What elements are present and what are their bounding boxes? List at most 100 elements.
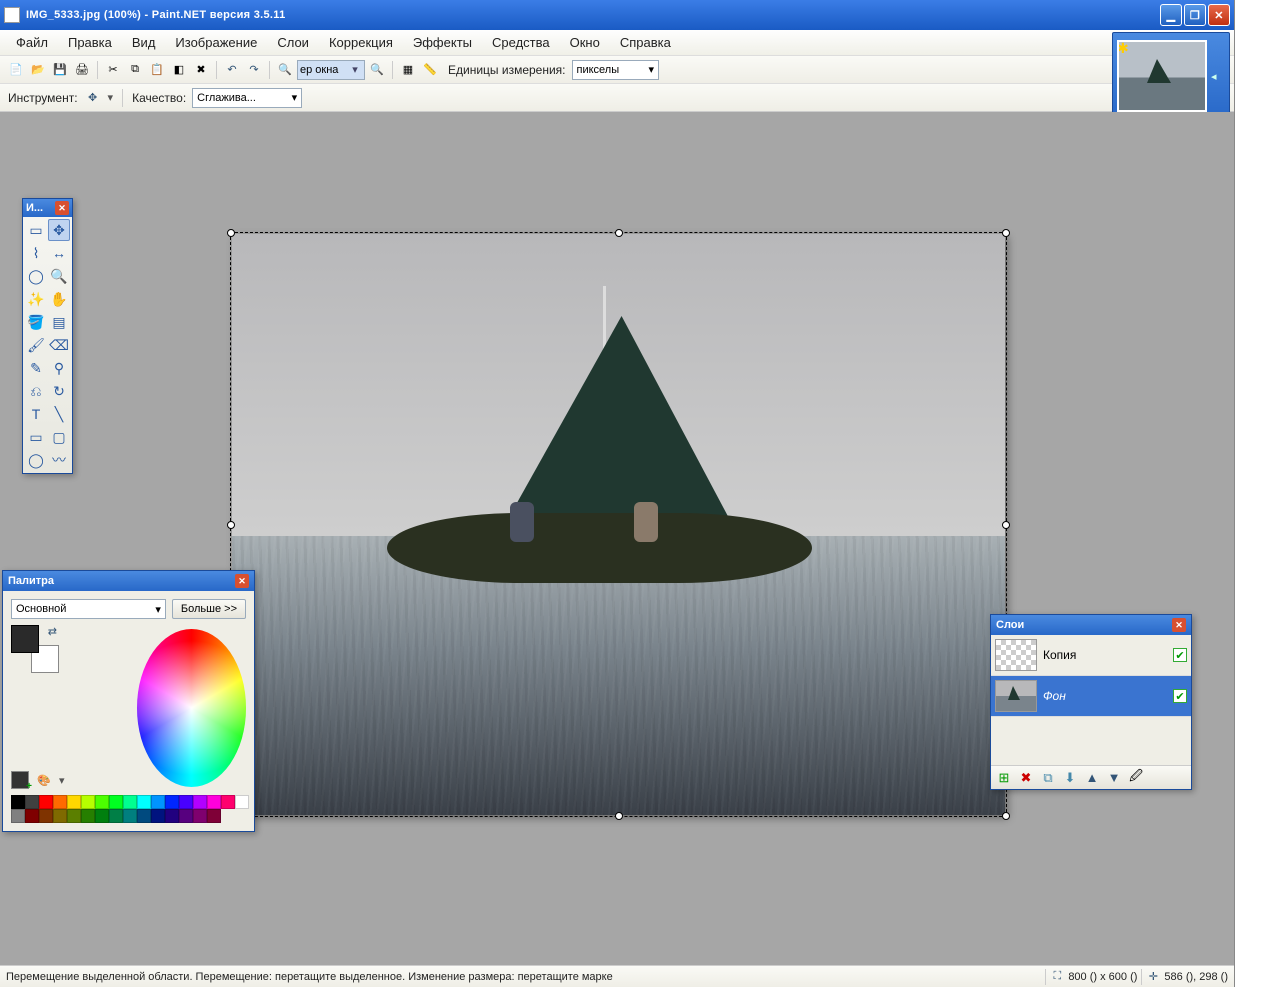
manage-palette-icon[interactable]: 🎨: [35, 771, 53, 789]
palette-swatch[interactable]: [95, 795, 109, 809]
palette-swatch[interactable]: [207, 809, 221, 823]
current-tool-icon[interactable]: ✥: [84, 89, 102, 107]
palette-swatch[interactable]: [165, 795, 179, 809]
paste-icon[interactable]: 📋: [147, 60, 167, 80]
palette-swatch[interactable]: [53, 795, 67, 809]
primary-color-swatch[interactable]: [11, 625, 39, 653]
palette-swatch[interactable]: [67, 809, 81, 823]
selection-marquee[interactable]: [230, 232, 1007, 817]
palette-swatch[interactable]: [123, 809, 137, 823]
move-up-icon[interactable]: ▲: [1083, 769, 1101, 787]
resize-handle-e[interactable]: [1002, 521, 1010, 529]
palette-swatch[interactable]: [179, 809, 193, 823]
palette-swatch[interactable]: [123, 795, 137, 809]
palette-swatch[interactable]: [11, 795, 25, 809]
palette-swatch[interactable]: [39, 809, 53, 823]
palette-swatch[interactable]: [193, 809, 207, 823]
quality-combo[interactable]: Сглажива... ▾: [192, 88, 302, 108]
palette-swatches[interactable]: [11, 795, 249, 823]
layer-visibility-checkbox[interactable]: ✔: [1173, 648, 1187, 662]
zoomout-icon[interactable]: 🔍: [275, 60, 295, 80]
colors-window[interactable]: Палитра ✕ Основной ▾ Больше >> ⇄: [2, 570, 255, 832]
deselect-icon[interactable]: ✖: [191, 60, 211, 80]
menu-image[interactable]: Изображение: [165, 31, 267, 54]
resize-handle-n[interactable]: [615, 229, 623, 237]
zoom-combo[interactable]: ▾: [297, 60, 365, 80]
zoomin-icon[interactable]: 🔍: [367, 60, 387, 80]
paint-bucket-tool[interactable]: 🪣: [25, 311, 47, 333]
palette-swatch[interactable]: [53, 809, 67, 823]
zoom-tool[interactable]: 🔍: [48, 265, 70, 287]
color-picker-tool[interactable]: ⚲: [48, 357, 70, 379]
zoom-input[interactable]: [300, 64, 348, 76]
line-tool[interactable]: ╲: [48, 403, 70, 425]
color-wheel[interactable]: [137, 629, 246, 787]
palette-swatch[interactable]: [11, 809, 25, 823]
resize-handle-w[interactable]: [227, 521, 235, 529]
close-icon[interactable]: ✕: [235, 574, 249, 588]
resize-handle-s[interactable]: [615, 812, 623, 820]
ellipse-select-tool[interactable]: ◯: [25, 265, 47, 287]
palette-swatch[interactable]: [25, 809, 39, 823]
color-mode-combo[interactable]: Основной ▾: [11, 599, 166, 619]
eraser-tool[interactable]: ⌫: [48, 334, 70, 356]
crop-icon[interactable]: ◧: [169, 60, 189, 80]
delete-layer-icon[interactable]: ✖: [1017, 769, 1035, 787]
units-combo[interactable]: пикселы ▾: [572, 60, 660, 80]
chevron-down-icon[interactable]: ▾: [59, 774, 65, 787]
move-sel-tool[interactable]: ↔: [48, 242, 70, 264]
palette-swatch[interactable]: [25, 795, 39, 809]
resize-handle-se[interactable]: [1002, 812, 1010, 820]
rect-select-tool[interactable]: ▭: [25, 219, 47, 241]
primary-secondary-swatches[interactable]: ⇄: [11, 625, 59, 673]
ellipse-tool[interactable]: ◯: [25, 449, 47, 471]
palette-swatch[interactable]: [221, 795, 235, 809]
save-icon[interactable]: 💾: [50, 60, 70, 80]
layers-window[interactable]: Слои ✕ Копия✔Фон✔ ⊞ ✖ ⧉ ⬇ ▲ ▼ 🖉: [990, 614, 1192, 790]
document-thumbnail[interactable]: ✱: [1117, 40, 1207, 112]
chevron-down-icon[interactable]: ▾: [649, 63, 655, 76]
menu-edit[interactable]: Правка: [58, 31, 122, 54]
palette-swatch[interactable]: [137, 795, 151, 809]
move-tool[interactable]: ✥: [48, 219, 70, 241]
add-color-icon[interactable]: [11, 771, 29, 789]
palette-swatch[interactable]: [151, 809, 165, 823]
freeform-tool[interactable]: 〰: [48, 449, 70, 471]
menu-effects[interactable]: Эффекты: [403, 31, 482, 54]
palette-swatch[interactable]: [165, 809, 179, 823]
chevron-down-icon[interactable]: ▾: [292, 91, 298, 104]
palette-swatch[interactable]: [81, 795, 95, 809]
palette-swatch[interactable]: [151, 795, 165, 809]
tools-window-title[interactable]: И... ✕: [23, 199, 72, 217]
new-icon[interactable]: 📄: [6, 60, 26, 80]
maximize-button[interactable]: ❐: [1184, 4, 1206, 26]
menu-layers[interactable]: Слои: [267, 31, 319, 54]
minimize-button[interactable]: ▁: [1160, 4, 1182, 26]
thumbnail-menu-icon[interactable]: ◂: [1211, 70, 1225, 83]
swap-colors-icon[interactable]: ⇄: [48, 625, 57, 638]
palette-swatch[interactable]: [193, 795, 207, 809]
colors-window-title[interactable]: Палитра ✕: [3, 571, 254, 591]
print-icon[interactable]: 🖨: [72, 60, 92, 80]
rectangle-tool[interactable]: ▭: [25, 426, 47, 448]
palette-swatch[interactable]: [39, 795, 53, 809]
menu-tools[interactable]: Средства: [482, 31, 560, 54]
menu-window[interactable]: Окно: [560, 31, 610, 54]
tools-window[interactable]: И... ✕ ▭✥⌇↔◯🔍✨✋🪣▤🖌⌫✎⚲⎌↻T╲▭▢◯〰: [22, 198, 73, 474]
chevron-down-icon[interactable]: ▾: [155, 603, 161, 616]
menu-help[interactable]: Справка: [610, 31, 681, 54]
menu-view[interactable]: Вид: [122, 31, 166, 54]
rounded-rect-tool[interactable]: ▢: [48, 426, 70, 448]
palette-swatch[interactable]: [81, 809, 95, 823]
more-button[interactable]: Больше >>: [172, 599, 246, 619]
pan-tool[interactable]: ✋: [48, 288, 70, 310]
ruler-icon[interactable]: 📏: [420, 60, 440, 80]
resize-handle-ne[interactable]: [1002, 229, 1010, 237]
close-icon[interactable]: ✕: [55, 201, 69, 215]
pencil-tool[interactable]: ✎: [25, 357, 47, 379]
palette-swatch[interactable]: [179, 795, 193, 809]
layers-window-title[interactable]: Слои ✕: [991, 615, 1191, 635]
cut-icon[interactable]: ✂: [103, 60, 123, 80]
properties-icon[interactable]: 🖉: [1127, 769, 1145, 787]
workspace[interactable]: [0, 112, 1234, 965]
